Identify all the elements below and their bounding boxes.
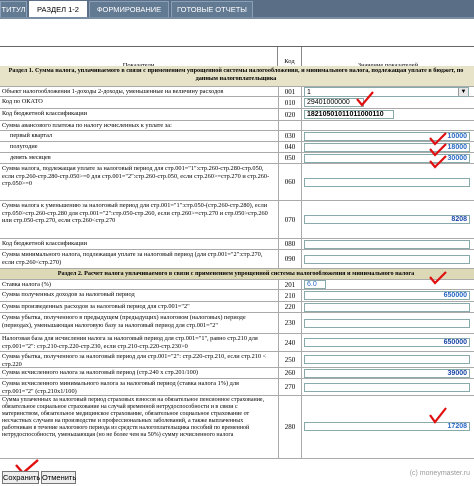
tab-title[interactable]: ТИТУЛ <box>0 1 27 17</box>
table-row: Сумма убытка, полученного в предыдущем (… <box>0 313 474 334</box>
table-row: девять месяцев 050 30000 <box>0 153 474 164</box>
table-row: Налоговая база для исчисления налога за … <box>0 334 474 352</box>
table-row: Код бюджетной классификации 080 <box>0 239 474 250</box>
min-tax-input[interactable] <box>304 255 470 264</box>
calculated-tax-input[interactable]: 39000 <box>304 369 470 378</box>
cancel-button[interactable]: Отменить <box>41 471 76 484</box>
table-row: первый квартал 030 10000 <box>0 131 474 142</box>
loss-input[interactable] <box>304 355 470 364</box>
kbk-min-tax-input[interactable] <box>304 240 470 249</box>
tax-object-select[interactable]: 1 ▼ <box>304 87 469 97</box>
tab-bar: ТИТУЛ РАЗДЕЛ 1-2 ФОРМИРОВАНИЕ ГОТОВЫЕ ОТ… <box>0 0 474 19</box>
section-2-heading: Раздел 2. Расчет налога уплачиваемого в … <box>0 269 474 280</box>
checkmark-icon <box>429 271 447 285</box>
table-row: Сумма исчисленного налога за налоговый п… <box>0 368 474 379</box>
tax-payable-input[interactable] <box>304 178 470 187</box>
tax-rate-input[interactable]: 6.0 <box>304 280 326 289</box>
table-row: Код по ОКАТО 010 29401000000 <box>0 97 474 109</box>
table-row: Сумма авансового платежа по налогу исчис… <box>0 121 474 131</box>
tax-reduction-input[interactable]: 8208 <box>304 215 470 224</box>
table-row: Объект налогообложения 1-доходы 2-доходы… <box>0 87 474 97</box>
tab-section-1-2[interactable]: РАЗДЕЛ 1-2 <box>29 1 87 17</box>
tab-forming[interactable]: ФОРМИРОВАНИЕ <box>89 1 169 17</box>
checkmark-icon <box>429 407 447 424</box>
income-input[interactable]: 650000 <box>304 291 470 300</box>
table-row: Сумма полученных доходов за налоговый пе… <box>0 290 474 302</box>
section-1-heading: Раздел 1. Сумма налога, уплачиваемого в … <box>0 66 474 87</box>
table-row: Сумма произведенных расходов за налоговы… <box>0 302 474 313</box>
table-row: Сумма налога, подлежащая уплате за налог… <box>0 164 474 201</box>
table-row: полугодие 040 18000 <box>0 142 474 153</box>
table-row: Сумма убытка, полученного за налоговый п… <box>0 352 474 368</box>
prior-loss-input[interactable] <box>304 319 470 328</box>
chevron-down-icon[interactable]: ▼ <box>458 88 468 96</box>
table-row: Сумма налога к уменьшению за налоговый п… <box>0 201 474 239</box>
checkmark-icon <box>429 155 447 169</box>
expenses-input[interactable] <box>304 303 470 312</box>
table-row: Сумма уплаченных за налоговый период стр… <box>0 396 474 459</box>
tax-base-input[interactable]: 650000 <box>304 338 470 347</box>
watermark: (c) moneymaster.ru <box>409 470 470 477</box>
table-row: Ставка налога (%) 201 6.0 <box>0 280 474 290</box>
table-row: Код бюджетной классификации 020 18210501… <box>0 109 474 121</box>
table-row: Сумма минимального налога, подлежащая уп… <box>0 250 474 269</box>
tab-ready-reports[interactable]: ГОТОВЫЕ ОТЧЕТЫ <box>171 1 253 17</box>
table-row: Сумма исчисленного минимального налога з… <box>0 379 474 396</box>
save-button[interactable]: Сохранить <box>2 471 40 484</box>
min-tax-calc-input[interactable] <box>304 383 470 392</box>
kbk-input[interactable]: 18210501011011000110 <box>304 110 394 119</box>
checkmark-icon <box>356 91 374 107</box>
